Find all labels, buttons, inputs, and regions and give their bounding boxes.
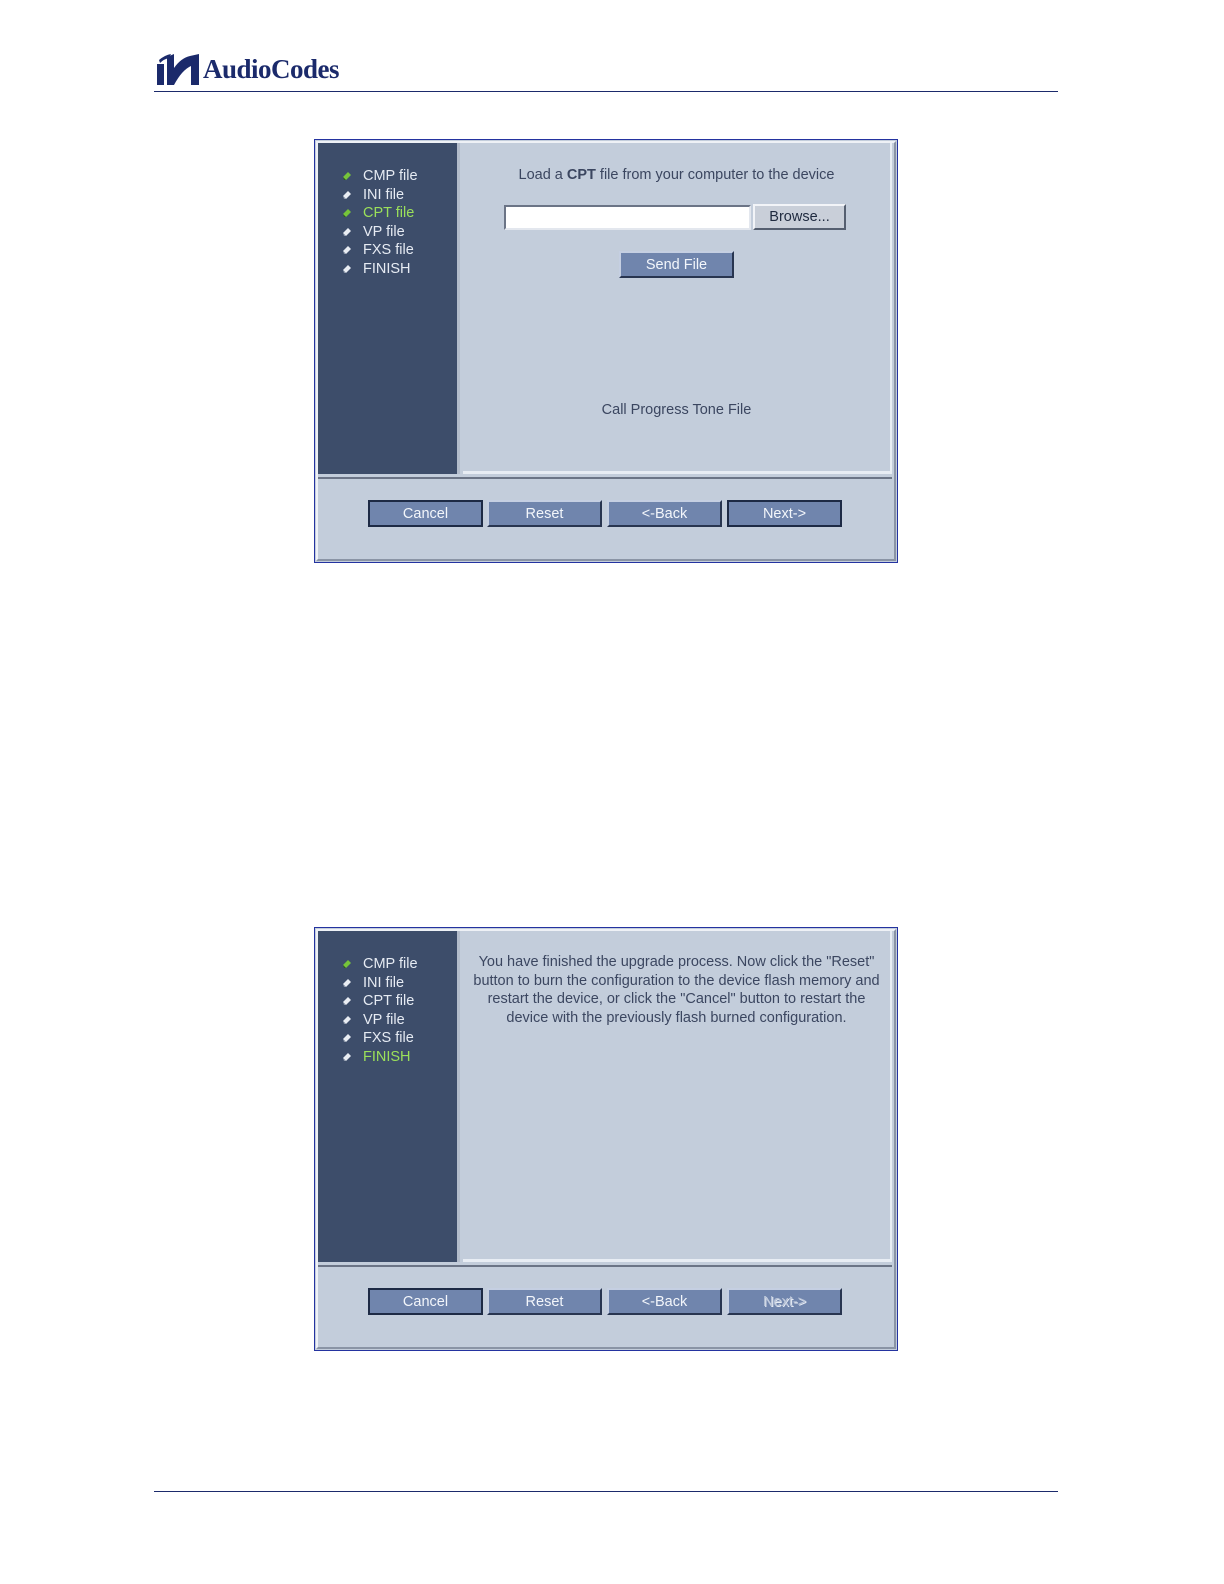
wizard-steps-sidebar: CMP file INI file CPT file VP file FXS f… bbox=[318, 931, 460, 1262]
reset-button[interactable]: Reset bbox=[487, 1288, 602, 1315]
file-path-input[interactable] bbox=[504, 205, 751, 230]
step-finish: FINISH bbox=[342, 260, 418, 279]
green-diamond-bullet-icon bbox=[343, 960, 351, 969]
file-type-caption: Call Progress Tone File bbox=[601, 402, 752, 418]
header-divider bbox=[154, 91, 1058, 92]
send-file-button[interactable]: Send File bbox=[619, 251, 734, 278]
step-label: VP file bbox=[363, 1011, 405, 1028]
step-cmp-file: CMP file bbox=[342, 955, 418, 974]
white-diamond-bullet-icon bbox=[343, 264, 351, 273]
upgrade-wizard-cpt-step: CMP file INI file CPT file VP file FXS f… bbox=[314, 139, 898, 563]
step-cmp-file: CMP file bbox=[342, 167, 418, 186]
audiocodes-logo-icon bbox=[157, 53, 199, 85]
step-label: CPT file bbox=[363, 205, 415, 222]
wizard-button-bar: Cancel Reset <-Back Next-> bbox=[318, 477, 892, 557]
white-diamond-bullet-icon bbox=[343, 190, 351, 199]
file-type-label: CPT bbox=[566, 167, 596, 183]
step-label: CMP file bbox=[363, 956, 418, 973]
white-diamond-bullet-icon bbox=[343, 997, 351, 1006]
cancel-button[interactable]: Cancel bbox=[368, 500, 483, 527]
step-label: CPT file bbox=[363, 993, 415, 1010]
green-diamond-bullet-icon bbox=[343, 209, 351, 218]
white-diamond-bullet-icon bbox=[343, 1052, 351, 1061]
step-cpt-file: CPT file bbox=[342, 992, 418, 1011]
finish-message: You have finished the upgrade process. N… bbox=[473, 954, 880, 1026]
step-label: FINISH bbox=[363, 1048, 411, 1065]
wizard-button-bar: Cancel Reset <-Back Next-> bbox=[318, 1265, 892, 1345]
instruction-text: file from your computer to the device bbox=[595, 167, 835, 183]
green-diamond-bullet-icon bbox=[343, 172, 351, 181]
upgrade-wizard-finish-step: CMP file INI file CPT file VP file FXS f… bbox=[314, 927, 898, 1351]
wizard-steps-sidebar: CMP file INI file CPT file VP file FXS f… bbox=[318, 143, 460, 474]
step-ini-file: INI file bbox=[342, 186, 418, 205]
cancel-button[interactable]: Cancel bbox=[368, 1288, 483, 1315]
step-vp-file: VP file bbox=[342, 1011, 418, 1030]
step-label: CMP file bbox=[363, 168, 418, 185]
step-label: INI file bbox=[363, 974, 405, 991]
white-diamond-bullet-icon bbox=[343, 1015, 351, 1024]
footer-divider bbox=[154, 1491, 1058, 1492]
white-diamond-bullet-icon bbox=[343, 978, 351, 987]
wizard-content-panel: You have finished the upgrade process. N… bbox=[463, 931, 892, 1262]
step-ini-file: INI file bbox=[342, 974, 418, 993]
wizard-content-panel: Load a CPT file from your computer to th… bbox=[463, 143, 892, 474]
next-button[interactable]: Next-> bbox=[727, 500, 842, 527]
step-cpt-file: CPT file bbox=[342, 204, 418, 223]
browse-button[interactable]: Browse... bbox=[753, 204, 846, 230]
white-diamond-bullet-icon bbox=[343, 1034, 351, 1043]
step-fxs-file: FXS file bbox=[342, 241, 418, 260]
step-vp-file: VP file bbox=[342, 223, 418, 242]
back-button[interactable]: <-Back bbox=[607, 500, 722, 527]
next-button-disabled: Next-> bbox=[727, 1288, 842, 1315]
header-logo: AudioCodes bbox=[157, 52, 340, 86]
instruction-text: Load a bbox=[518, 167, 567, 183]
reset-button[interactable]: Reset bbox=[487, 500, 602, 527]
step-label: FINISH bbox=[363, 260, 411, 277]
step-finish: FINISH bbox=[342, 1048, 418, 1067]
step-label: FXS file bbox=[363, 1030, 414, 1047]
step-label: FXS file bbox=[363, 242, 414, 259]
brand-name: AudioCodes bbox=[203, 53, 340, 84]
step-label: INI file bbox=[363, 186, 405, 203]
white-diamond-bullet-icon bbox=[343, 227, 351, 236]
back-button[interactable]: <-Back bbox=[607, 1288, 722, 1315]
step-fxs-file: FXS file bbox=[342, 1029, 418, 1048]
load-instruction: Load a CPT file from your computer to th… bbox=[463, 167, 890, 183]
white-diamond-bullet-icon bbox=[343, 246, 351, 255]
step-label: VP file bbox=[363, 223, 405, 240]
